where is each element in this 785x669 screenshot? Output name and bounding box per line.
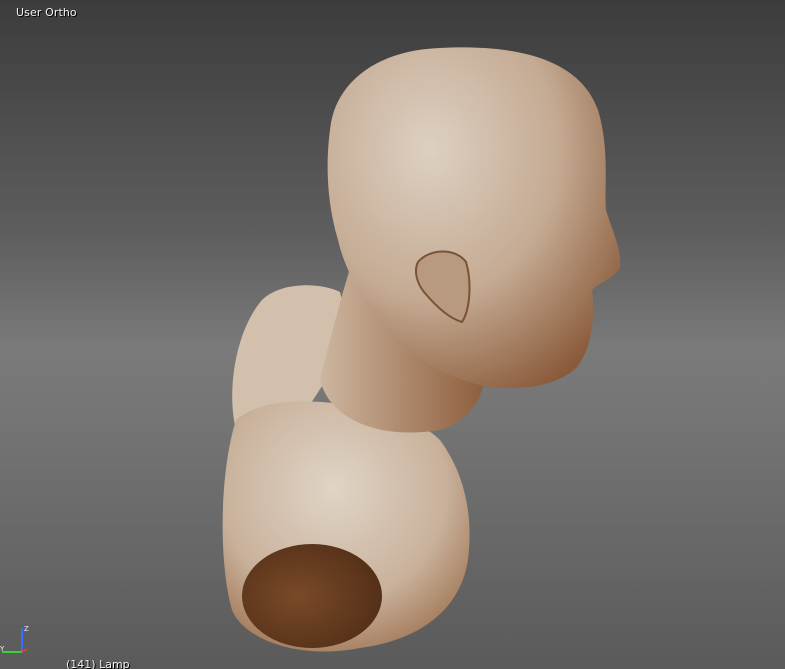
axis-gizmo: Z Y bbox=[0, 625, 29, 653]
3d-viewport[interactable]: User Ortho Z Y (141) Lamp bbox=[0, 0, 785, 669]
active-object-label: (141) Lamp bbox=[66, 658, 130, 669]
y-axis-label: Y bbox=[0, 645, 5, 653]
z-axis-label: Z bbox=[24, 625, 29, 633]
mesh-arm-cut-section bbox=[242, 544, 382, 648]
sculpt-mesh-bust[interactable] bbox=[0, 0, 785, 669]
